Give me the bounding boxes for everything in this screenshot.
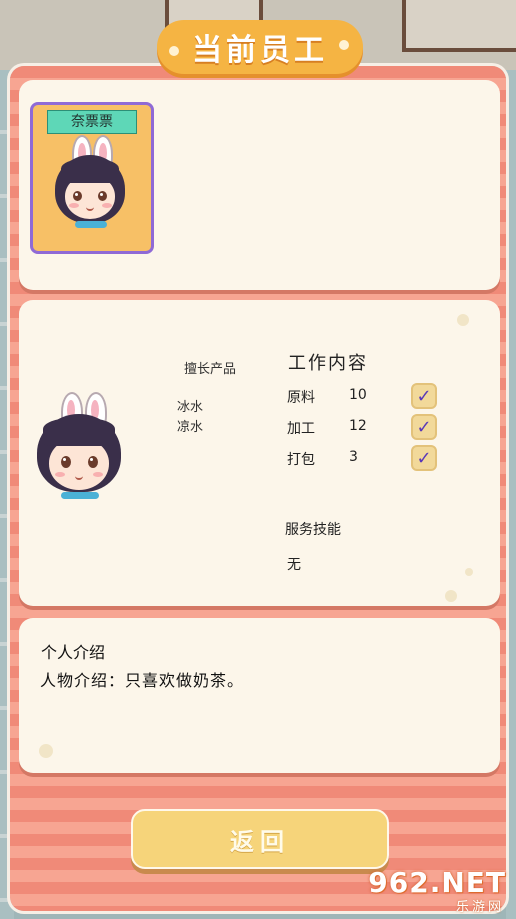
service-skill-heading: 服务技能 — [285, 522, 341, 538]
intro-text: 人物介绍：只喜欢做奶茶。 — [40, 671, 245, 690]
work-label: 原料 — [287, 390, 315, 406]
return-button-label: 返回 — [230, 827, 290, 856]
work-heading: 工作内容 — [288, 353, 368, 374]
work-row-packing: 打包 3 ✓ — [287, 445, 447, 471]
work-label: 打包 — [287, 452, 315, 468]
decorative-dot — [445, 590, 457, 602]
specialty-item: 凉水 — [177, 420, 204, 435]
specialty-list: 冰水 凉水 — [177, 398, 203, 438]
staff-tile[interactable]: 奈票票 — [30, 102, 154, 254]
checkmark-icon[interactable]: ✓ — [411, 383, 437, 409]
page-title-text: 当前员工 — [192, 33, 328, 68]
decorative-dot — [465, 568, 473, 576]
checkmark-icon[interactable]: ✓ — [411, 445, 437, 471]
return-button[interactable]: 返回 — [131, 809, 389, 869]
work-row-materials: 原料 10 ✓ — [287, 383, 447, 409]
intro-card: 个人介绍 人物介绍：只喜欢做奶茶。 — [19, 618, 500, 773]
background-shelf-right — [506, 70, 516, 919]
staff-list-card: 奈票票 — [19, 80, 500, 290]
intro-heading: 个人介绍 — [41, 643, 106, 662]
work-label: 加工 — [287, 421, 315, 437]
watermark-brand: 962.NET — [368, 866, 506, 899]
staff-portrait — [45, 135, 135, 235]
decorative-dot — [39, 744, 53, 758]
staff-name-tag: 奈票票 — [47, 110, 137, 134]
watermark-sub: 乐游网 — [455, 900, 504, 915]
service-skill-value: 无 — [287, 557, 301, 573]
checkmark-icon[interactable]: ✓ — [411, 414, 437, 440]
specialty-item: 冰水 — [177, 400, 204, 415]
work-value: 3 — [349, 449, 358, 465]
page-title: 当前员工 — [157, 20, 363, 74]
staff-details-card: 擅长产品 冰水 凉水 工作内容 原料 10 ✓ 加工 12 ✓ 打包 3 ✓ 服… — [19, 300, 500, 606]
watermark: 962.NET 乐游网 — [368, 866, 510, 915]
staff-large-portrait — [31, 392, 131, 502]
staff-panel: 奈票票 擅长产品 冰水 凉水 工作内容 原料 10 ✓ 加工 12 ✓ 打包 3… — [10, 66, 506, 911]
work-row-processing: 加工 12 ✓ — [287, 414, 447, 440]
decorative-dot — [457, 314, 469, 326]
specialty-heading: 擅长产品 — [184, 362, 237, 377]
work-value: 12 — [349, 418, 367, 434]
work-value: 10 — [349, 387, 367, 403]
background-picture-frame — [402, 0, 516, 52]
